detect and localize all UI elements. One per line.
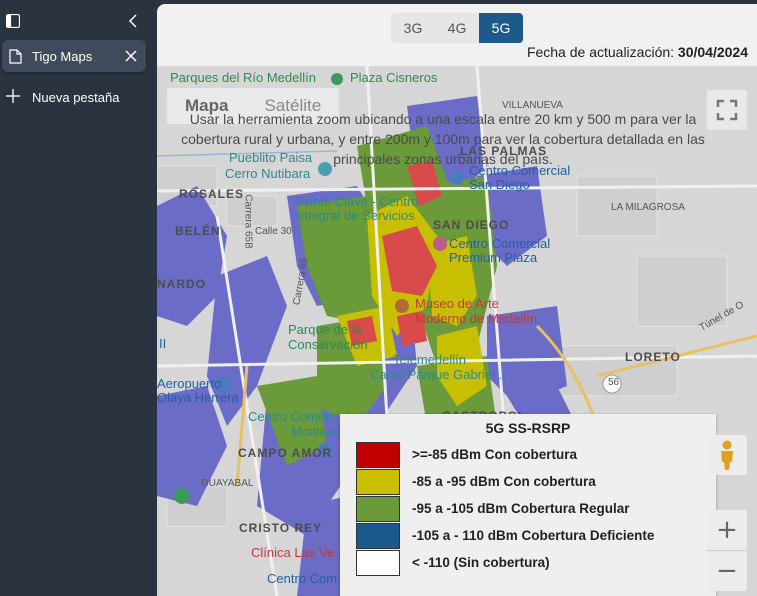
- chevron-left-icon[interactable]: [126, 13, 140, 29]
- new-tab-button[interactable]: Nueva pestaña: [6, 86, 146, 110]
- legend-label: -95 a -105 dBm Cobertura Regular: [412, 501, 630, 516]
- map-label: Carrera 65B: [242, 194, 254, 249]
- zoom-out-icon: −: [716, 556, 738, 586]
- map-label: Plaza Cisneros: [350, 70, 438, 85]
- map-label: Punto Clave - Centro: [297, 194, 419, 209]
- zoom-in-button[interactable]: +: [707, 510, 747, 550]
- map-label: BELÉN: [175, 224, 221, 238]
- legend-swatch: [356, 550, 400, 576]
- map-label: LA MILAGROSA: [611, 202, 685, 213]
- pegman-icon: [721, 440, 733, 470]
- map-label: Centro Comercial: [449, 236, 551, 251]
- legend-label: < -110 (Sin cobertura): [412, 555, 550, 570]
- browser-sidebar: Tigo Maps Nueva pestaña: [0, 0, 157, 596]
- map-label: Integral de Servicios: [297, 208, 415, 223]
- map-label: Centro Comercial: [248, 409, 350, 424]
- document-icon: [9, 49, 22, 64]
- map-label: ROSALES: [179, 187, 245, 201]
- legend-swatch: [356, 496, 400, 522]
- map-label: Parques del Río Medellín: [170, 70, 316, 85]
- zoom-notice: Usar la herramienta zoom ubicando a una …: [181, 111, 705, 167]
- network-option-4g[interactable]: 4G: [435, 13, 479, 43]
- street-view-pegman[interactable]: [707, 435, 747, 475]
- sidebar-header: [6, 10, 146, 34]
- zoom-in-icon: +: [716, 515, 738, 545]
- legend-label: -85 a -95 dBm Con cobertura: [412, 474, 596, 489]
- tab-label: Tigo Maps: [32, 49, 93, 64]
- plus-icon: [6, 89, 20, 103]
- map-label: Aeropuerto: [157, 376, 222, 391]
- network-toggle: 3G 4G 5G: [391, 13, 523, 43]
- map-label: Olaya Herrera: [157, 390, 239, 405]
- legend-title: 5G SS-RSRP: [485, 420, 571, 436]
- map-label: II: [159, 336, 167, 351]
- map-label: 56: [608, 377, 620, 388]
- update-date: Fecha de actualización: 30/04/2024: [527, 44, 748, 60]
- zoom-out-button[interactable]: −: [707, 550, 747, 591]
- legend-swatch: [356, 469, 400, 495]
- map-label: Calle 30: [255, 226, 292, 237]
- map-label: Conservación: [288, 337, 368, 352]
- fullscreen-icon: [716, 99, 738, 121]
- map-label: Telemedellín: [393, 352, 466, 367]
- new-tab-label: Nueva pestaña: [32, 90, 120, 105]
- map-label: Museo de Arte: [415, 296, 499, 311]
- network-option-5g[interactable]: 5G: [479, 13, 523, 43]
- coverage-map[interactable]: Parques del Río Medellín Plaza Cisneros …: [157, 66, 757, 596]
- map-label: CAMPO AMOR: [238, 446, 333, 460]
- update-label: Fecha de actualización:: [526, 44, 675, 60]
- legend-label: -105 a - 110 dBm Cobertura Deficiente: [412, 528, 655, 543]
- map-label: Parque de la: [288, 322, 362, 337]
- map-label: Clínica Las Ve...: [251, 545, 345, 560]
- sidebar-panel-icon[interactable]: [6, 14, 20, 28]
- legend-swatch: [356, 523, 400, 549]
- legend-swatch: [356, 442, 400, 468]
- tab-tigo-maps[interactable]: Tigo Maps: [2, 40, 146, 72]
- map-label: San Diego: [469, 177, 530, 192]
- map-label: Centro Com...: [267, 571, 348, 586]
- page-content: 3G 4G 5G Fecha de actualización: 30/04/2…: [157, 4, 757, 596]
- map-label: GUAYABAL: [201, 478, 254, 489]
- map-label: LORETO: [625, 350, 681, 364]
- map-label: SAN DIEGO: [433, 218, 510, 232]
- network-option-3g[interactable]: 3G: [391, 13, 435, 43]
- update-value: 30/04/2024: [677, 44, 748, 60]
- fullscreen-button[interactable]: [707, 90, 747, 130]
- map-label: Premium Plaza: [449, 250, 538, 265]
- map-label: CRISTO REY: [239, 521, 323, 535]
- map-label: NARDO: [157, 277, 206, 291]
- close-icon[interactable]: [125, 50, 137, 62]
- legend-label: >=-85 dBm Con cobertura: [412, 447, 578, 462]
- map-label: Moderno de Medellín: [415, 311, 538, 326]
- coverage-legend: 5G SS-RSRP >=-85 dBm Con cobertura -85 a…: [340, 414, 716, 596]
- map-label: Canal Parque Gabriel...: [370, 367, 506, 382]
